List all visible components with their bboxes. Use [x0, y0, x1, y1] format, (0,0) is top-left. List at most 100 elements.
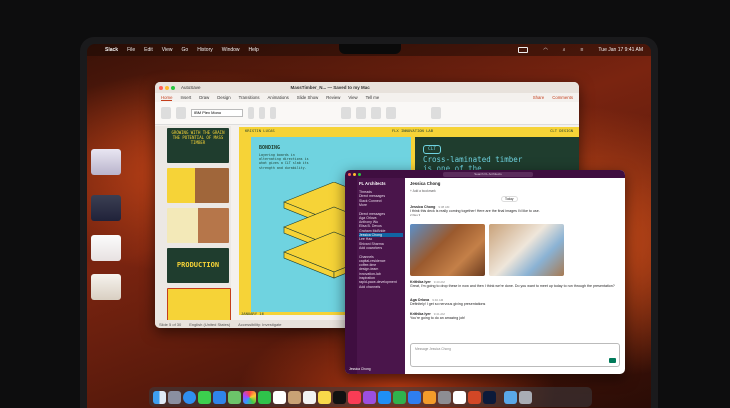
minimize-icon[interactable]: [165, 85, 169, 90]
music-icon[interactable]: [348, 390, 361, 404]
stage-messages[interactable]: [91, 149, 121, 175]
tab-transitions[interactable]: Transitions: [239, 95, 260, 100]
ppt-titlebar: AutoSave MassTimber_N... — Saved to my M…: [155, 82, 579, 93]
menu-go[interactable]: Go: [182, 47, 189, 53]
menu-edit[interactable]: Edit: [144, 47, 153, 53]
send-icon[interactable]: [609, 358, 616, 363]
wifi-icon[interactable]: ◠: [543, 47, 547, 53]
stage-photoshop[interactable]: [91, 195, 121, 221]
image-attachment-1[interactable]: [410, 224, 485, 276]
app-store-icon[interactable]: [378, 390, 391, 404]
language-status[interactable]: English (United States): [189, 322, 230, 327]
menu-window[interactable]: Window: [222, 47, 240, 53]
menu-history[interactable]: History: [197, 47, 213, 53]
workspace-name[interactable]: FL Architects: [359, 181, 386, 186]
slide-thumb-4[interactable]: PRODUCTION: [167, 248, 229, 283]
menu-help[interactable]: Help: [249, 47, 259, 53]
italic-button[interactable]: [259, 107, 265, 119]
photos-icon[interactable]: [243, 390, 256, 404]
safari-icon[interactable]: [183, 390, 196, 404]
facetime-icon[interactable]: [258, 390, 271, 404]
paste-button[interactable]: [161, 107, 171, 119]
stage-finder[interactable]: [91, 274, 121, 300]
quick-styles-button[interactable]: [386, 107, 396, 119]
underline-button[interactable]: [270, 107, 276, 119]
minimize-icon[interactable]: [353, 172, 356, 176]
menu-file[interactable]: File: [127, 47, 135, 53]
numbers-icon[interactable]: [393, 390, 406, 404]
tab-insert[interactable]: Insert: [180, 95, 191, 100]
shapes-button[interactable]: [341, 107, 351, 119]
launchpad-icon[interactable]: [168, 390, 181, 404]
slide-thumb-2[interactable]: [167, 168, 229, 203]
bold-button[interactable]: [248, 107, 254, 119]
tab-draw[interactable]: Draw: [199, 95, 209, 100]
contacts-icon[interactable]: [288, 390, 301, 404]
share-button[interactable]: Share: [533, 95, 544, 100]
menu-app-name[interactable]: Slack: [105, 47, 118, 53]
stage-calendar[interactable]: [91, 235, 121, 261]
notes-icon[interactable]: [318, 390, 331, 404]
slide-date: JANUARY 16: [241, 311, 264, 316]
accessibility-status[interactable]: Accessibility: Investigate: [238, 322, 281, 327]
downloads-folder-icon[interactable]: [504, 390, 517, 404]
battery-icon[interactable]: [518, 47, 529, 53]
tv-icon[interactable]: [333, 390, 346, 404]
composer-placeholder[interactable]: Message Jessica Chong: [415, 347, 451, 351]
close-icon[interactable]: [159, 85, 163, 90]
current-user[interactable]: Jessica Chong: [349, 367, 371, 371]
slide-counter: Slide 5 of 30: [159, 321, 182, 327]
new-slide-button[interactable]: [176, 107, 186, 119]
files-label[interactable]: 2 files ▾: [410, 213, 615, 217]
tab-home[interactable]: Home: [161, 95, 173, 101]
mail-icon[interactable]: [213, 390, 226, 404]
comments-button[interactable]: Comments: [552, 95, 573, 100]
designer-button[interactable]: [431, 107, 441, 119]
zoom-icon[interactable]: [171, 85, 175, 90]
slack-icon[interactable]: [453, 390, 466, 404]
slide-thumb-3[interactable]: [167, 208, 229, 243]
slide-thumb-1[interactable]: GROWING WITH THE GRAIN THE POTENTIAL OF …: [167, 128, 229, 163]
control-center-icon[interactable]: ≡: [581, 47, 584, 53]
workspace-rail: [345, 178, 357, 374]
system-settings-icon[interactable]: [438, 390, 451, 404]
font-select[interactable]: IBM Plex Mono: [191, 109, 243, 117]
pages-icon[interactable]: [423, 390, 436, 404]
sidebar-item[interactable]: More: [359, 203, 403, 207]
picture-button[interactable]: [356, 107, 366, 119]
add-bookmark-button[interactable]: + Add a bookmark: [410, 189, 436, 193]
calendar-icon[interactable]: [273, 390, 286, 404]
podcasts-icon[interactable]: [363, 390, 376, 404]
desktop: Slack File Edit View Go History Window H…: [87, 44, 651, 408]
message-2: Krithika Iyer 9:40 AM Great, I'm going t…: [410, 280, 615, 288]
zoom-icon[interactable]: [358, 172, 361, 176]
powerpoint-icon[interactable]: [468, 390, 481, 404]
menu-view[interactable]: View: [162, 47, 173, 53]
messages-icon[interactable]: [198, 390, 211, 404]
tab-animations[interactable]: Animations: [268, 95, 289, 100]
maps-icon[interactable]: [228, 390, 241, 404]
slack-window[interactable]: Search FL Architects FL Architects Threa…: [345, 170, 625, 374]
tab-view[interactable]: View: [348, 95, 357, 100]
keynote-icon[interactable]: [408, 390, 421, 404]
trash-icon[interactable]: [519, 390, 532, 404]
message-text: Definitely! I get so nervous giving pres…: [410, 302, 486, 306]
sidebar-item[interactable]: Add channels: [359, 285, 403, 289]
tab-design[interactable]: Design: [217, 95, 230, 100]
reminders-icon[interactable]: [303, 390, 316, 404]
finder-icon[interactable]: [153, 390, 166, 404]
tab-review[interactable]: Review: [326, 95, 340, 100]
search-icon[interactable]: ⌕: [563, 47, 566, 53]
dm-header[interactable]: Jessica Chong: [410, 181, 440, 186]
tab-tell-me[interactable]: Tell me: [366, 95, 380, 100]
message-composer[interactable]: Message Jessica Chong: [410, 343, 620, 367]
arrange-button[interactable]: [371, 107, 381, 119]
close-icon[interactable]: [348, 172, 351, 176]
image-attachment-2[interactable]: [489, 224, 564, 276]
sidebar-item[interactable]: Add coworkers: [359, 246, 403, 250]
slack-search-input[interactable]: Search FL Architects: [443, 171, 533, 177]
tab-slide-show[interactable]: Slide Show: [297, 95, 319, 100]
autosave-label[interactable]: AutoSave: [181, 85, 201, 90]
photoshop-icon[interactable]: [483, 390, 496, 404]
menu-clock[interactable]: Tue Jan 17 9:41 AM: [598, 47, 643, 53]
